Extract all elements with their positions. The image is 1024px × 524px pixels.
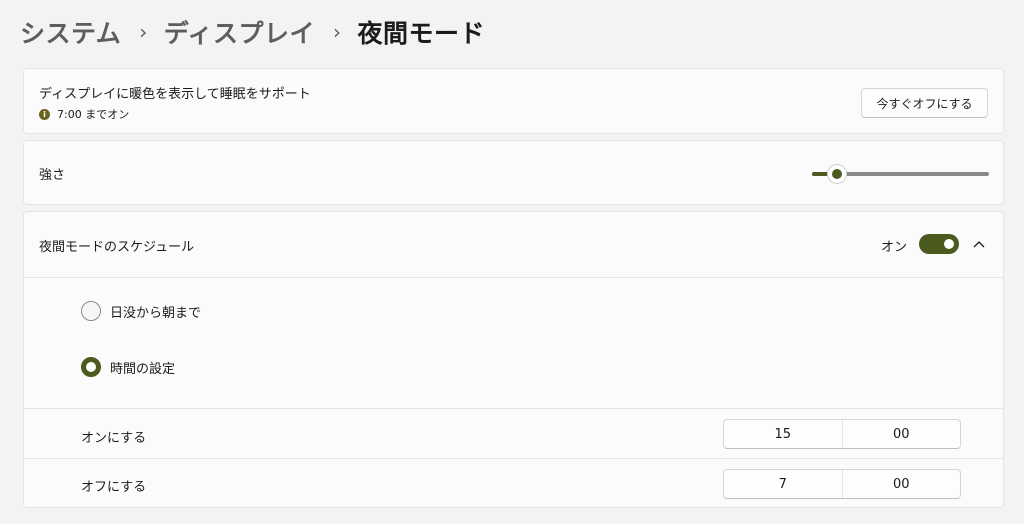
turn-on-minute[interactable]: 00 (841, 420, 961, 448)
turn-off-now-button[interactable]: 今すぐオフにする (861, 88, 988, 118)
breadcrumb-display[interactable]: ディスプレイ (164, 14, 315, 50)
info-icon: i (39, 108, 50, 120)
radio-button[interactable] (81, 357, 101, 377)
turn-off-label: オフにする (81, 480, 147, 495)
turn-off-hour[interactable]: 7 (724, 470, 842, 498)
radio-set-hours[interactable]: 時間の設定 (81, 357, 175, 377)
slider-thumb[interactable] (826, 164, 847, 184)
turn-on-time-picker[interactable]: 15 00 (723, 419, 961, 449)
radio-label: 時間の設定 (110, 361, 176, 377)
toggle-state-label: オン (880, 240, 907, 255)
breadcrumb-separator-icon: › (333, 20, 342, 44)
breadcrumb-separator-icon: › (139, 20, 148, 44)
night-light-status-card: ディスプレイに暖色を表示して睡眠をサポート i 7:00 までオン 今すぐオフに… (23, 68, 1004, 134)
schedule-toggle[interactable] (919, 234, 959, 254)
divider (24, 458, 1003, 459)
schedule-label: 夜間モードのスケジュール (39, 240, 195, 255)
strength-label: 強さ (39, 168, 66, 183)
status-line: i 7:00 までオン (39, 106, 129, 122)
breadcrumb: システム › ディスプレイ › 夜間モード (20, 12, 485, 52)
radio-sunset-to-sunrise[interactable]: 日没から朝まで (81, 301, 201, 321)
radio-button[interactable] (81, 301, 101, 321)
schedule-header[interactable]: 夜間モードのスケジュール オン (24, 212, 1003, 278)
turn-off-time-picker[interactable]: 7 00 (723, 469, 961, 499)
divider (24, 408, 1003, 409)
schedule-card: 夜間モードのスケジュール オン 日没から朝まで 時間の設定 オンにする 15 0… (23, 211, 1004, 508)
turn-on-hour[interactable]: 15 (724, 420, 842, 448)
chevron-up-icon[interactable] (969, 234, 989, 254)
breadcrumb-system[interactable]: システム (20, 14, 121, 50)
turn-on-label: オンにする (81, 431, 147, 446)
strength-card: 強さ (23, 140, 1004, 205)
page-title: 夜間モード (357, 19, 486, 48)
settings-page: システム › ディスプレイ › 夜間モード ディスプレイに暖色を表示して睡眠をサ… (0, 0, 1024, 524)
status-text: 7:00 までオン (57, 108, 130, 121)
turn-off-minute[interactable]: 00 (841, 470, 961, 498)
status-title: ディスプレイに暖色を表示して睡眠をサポート (39, 87, 311, 102)
radio-label: 日没から朝まで (110, 305, 202, 321)
strength-slider[interactable] (812, 164, 989, 184)
